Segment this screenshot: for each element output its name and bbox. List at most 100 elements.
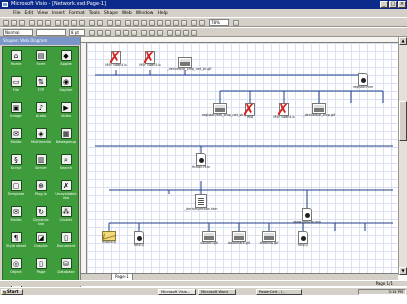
scroll-up-arrow[interactable]: ▲ xyxy=(399,37,407,45)
preview-icon[interactable] xyxy=(37,20,43,26)
diagram-node[interactable]: ✗ img xyxy=(232,102,268,120)
new-icon[interactable] xyxy=(3,20,9,26)
diagram-node[interactable]: http:// xyxy=(285,231,321,248)
bold-icon[interactable] xyxy=(89,30,95,36)
font-color-icon[interactable] xyxy=(141,30,147,36)
pencil-icon[interactable] xyxy=(165,20,171,26)
align-center-icon[interactable] xyxy=(123,30,129,36)
open-icon[interactable] xyxy=(11,20,17,26)
line-ends-icon[interactable] xyxy=(183,30,189,36)
align-left-icon[interactable] xyxy=(115,30,121,36)
crop-icon[interactable] xyxy=(181,20,187,26)
diagram-node[interactable]: www.libolcm.org xyxy=(289,208,325,225)
stencil-master-26[interactable]: ⛁ Database xyxy=(55,257,77,278)
stencil-master-19[interactable]: ↻ Dynamic link xyxy=(30,205,52,226)
menu-tools[interactable]: Tools xyxy=(89,11,100,16)
start-button[interactable]: Start xyxy=(1,289,23,295)
stencil-master-25[interactable]: ▯ Page xyxy=(30,257,52,278)
stencil-icon[interactable] xyxy=(115,20,121,26)
stencil-master-20[interactable]: ⁂ Cluster xyxy=(55,205,77,226)
font-combo[interactable] xyxy=(36,29,66,36)
italic-icon[interactable] xyxy=(97,30,103,36)
paste-icon[interactable] xyxy=(71,20,77,26)
horizontal-scrollbar[interactable]: Page-1 xyxy=(81,273,398,281)
diagram-node[interactable]: ✗ MSFTWan4.b xyxy=(266,102,302,120)
connector-icon[interactable] xyxy=(133,20,139,26)
taskbar-word[interactable]: Microsoft Word xyxy=(198,289,236,295)
line-weight-icon[interactable] xyxy=(167,30,173,36)
line-icon[interactable] xyxy=(157,20,163,26)
zoom-combo[interactable]: 78% xyxy=(209,19,229,26)
stencil-master-8[interactable]: ▶ Video xyxy=(55,101,77,122)
help-icon[interactable] xyxy=(233,20,239,26)
stencil-master-5[interactable]: ◉ Gopher xyxy=(55,75,77,96)
stencil-master-23[interactable]: ▯ Document xyxy=(55,231,77,252)
diagram-node[interactable]: thebirds.gif xyxy=(251,231,287,246)
close-button[interactable]: × xyxy=(398,1,406,8)
stencil-master-3[interactable]: ▭ File xyxy=(5,75,27,96)
diagram-node[interactable]: _derived/fiction.htm xyxy=(183,194,219,212)
stencil-master-6[interactable]: ▣ Image xyxy=(5,101,27,122)
zoom-out-icon[interactable] xyxy=(191,20,197,26)
stencil-master-24[interactable]: ◎ Object xyxy=(5,257,27,278)
stencil-master-0[interactable]: ⌂ Home xyxy=(5,49,27,70)
stencil-master-15[interactable]: ▢ Template xyxy=(5,179,27,200)
print-icon[interactable] xyxy=(29,20,35,26)
fill-color-icon[interactable] xyxy=(157,30,163,36)
stencil-master-21[interactable]: ¶ Style sheet xyxy=(5,231,27,252)
cut-icon[interactable] xyxy=(55,20,61,26)
stencil-master-7[interactable]: ♪ Audio xyxy=(30,101,52,122)
zoom-in-icon[interactable] xyxy=(199,20,205,26)
stencil-master-18[interactable]: ✉ Mailto xyxy=(5,205,27,226)
style-combo[interactable]: Normal xyxy=(3,29,33,36)
pointer-icon[interactable] xyxy=(125,20,131,26)
save-icon[interactable] xyxy=(19,20,25,26)
menu-shape[interactable]: Shape xyxy=(104,11,118,16)
stencil-master-1[interactable]: ▤ Form xyxy=(30,49,52,70)
taskbar-powercert[interactable]: PowerCert - I... xyxy=(256,289,302,295)
maximize-button[interactable]: □ xyxy=(389,1,397,8)
diagram-node[interactable]: http:// xyxy=(121,231,157,248)
vertical-scrollbar[interactable]: ▲ ▼ xyxy=(398,37,407,275)
menu-edit[interactable]: Edit xyxy=(25,11,34,16)
stencil-master-4[interactable]: ⇅ FTP xyxy=(30,75,52,96)
format-painter-icon[interactable] xyxy=(79,20,85,26)
stencil-master-22[interactable]: ◪ Graphic xyxy=(30,231,52,252)
spelling-icon[interactable] xyxy=(45,20,51,26)
diagram-node[interactable]: _derived/ie_cmp_net_sk.gif xyxy=(167,57,212,72)
diagram-node[interactable]: register.htm xyxy=(345,73,381,90)
diagram-node[interactable]: _derived/ie_cmp.gif xyxy=(301,103,337,118)
stencil-master-13[interactable]: ▥ Server xyxy=(30,153,52,174)
minimize-button[interactable]: _ xyxy=(380,1,388,8)
menu-web[interactable]: Web xyxy=(122,11,132,16)
menu-format[interactable]: Format xyxy=(69,11,85,16)
line-color-icon[interactable] xyxy=(149,30,155,36)
stencil-master-2[interactable]: ◆ Applet xyxy=(55,49,77,70)
connection-point-icon[interactable] xyxy=(149,20,155,26)
diagram-node[interactable]: ✗ MSFTWan4.b xyxy=(98,50,134,68)
taskbar-visio[interactable]: Microsoft Visio... xyxy=(158,289,196,295)
rotate-icon[interactable] xyxy=(173,20,179,26)
align-right-icon[interactable] xyxy=(131,30,137,36)
stencil-master-10[interactable]: ◈ Multimedia xyxy=(30,127,52,148)
shadow-icon[interactable] xyxy=(191,30,197,36)
stencil-master-16[interactable]: ⊕ Plug-in xyxy=(30,179,52,200)
stencil-master-11[interactable]: ▦ Newsgroup xyxy=(55,127,77,148)
drawing-page[interactable]: ✗ MSFTWan4.b ✗ MSFTWan5.b _derived/ie_cmp_ne… xyxy=(87,43,398,273)
scroll-down-arrow[interactable]: ▼ xyxy=(399,267,407,275)
menu-insert[interactable]: Insert xyxy=(52,11,65,16)
menu-file[interactable]: File xyxy=(13,11,21,16)
stencil-master-17[interactable]: ✗ Unavailable link xyxy=(55,179,77,200)
text-icon[interactable] xyxy=(141,20,147,26)
diagram-node[interactable]: ✗ MSFTWan5.b xyxy=(132,50,168,68)
stencil-master-12[interactable]: § Script xyxy=(5,153,27,174)
menu-help[interactable]: Help xyxy=(157,11,167,16)
scroll-thumb[interactable] xyxy=(399,101,407,141)
stencil-master-14[interactable]: ⌕ Search xyxy=(55,153,77,174)
line-pattern-icon[interactable] xyxy=(175,30,181,36)
menu-view[interactable]: View xyxy=(37,11,48,16)
size-combo[interactable]: 8 pt xyxy=(69,29,85,36)
hyperlink-icon[interactable] xyxy=(107,20,113,26)
diagram-node[interactable]: fiction.htm xyxy=(183,153,219,170)
copy-icon[interactable] xyxy=(63,20,69,26)
